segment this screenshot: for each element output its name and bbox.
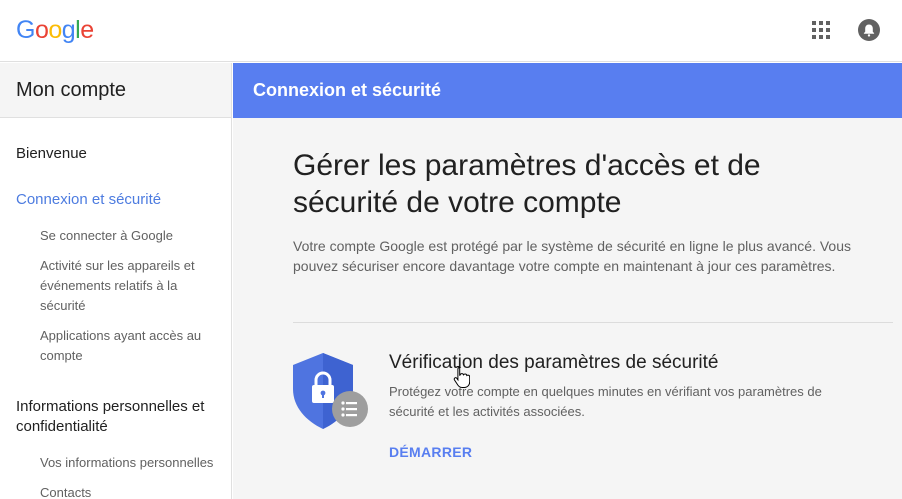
security-checkup-title[interactable]: Vérification des paramètres de sécurité — [389, 352, 719, 374]
top-bar: Google — [0, 0, 902, 62]
hand-cursor-icon — [452, 365, 471, 389]
section-header: Connexion et sécurité — [233, 63, 902, 118]
sidebar-title[interactable]: Mon compte — [0, 63, 231, 118]
start-button[interactable]: DÉMARRER — [389, 444, 472, 460]
page-title: Gérer les paramètres d'accès et de sécur… — [293, 149, 761, 219]
sidebar-subitem-applications[interactable]: Applications ayant accès au compte — [40, 326, 225, 366]
google-logo[interactable]: Google — [16, 16, 94, 45]
sidebar-item-bienvenue[interactable]: Bienvenue — [16, 144, 87, 164]
logo-letter: g — [61, 16, 76, 44]
logo-letter: o — [34, 16, 49, 44]
sidebar-subitem-activite-appareils[interactable]: Activité sur les appareils et événements… — [40, 256, 225, 316]
sidebar-subitem-contacts[interactable]: Contacts — [40, 483, 91, 499]
main-content: Gérer les paramètres d'accès et de sécur… — [233, 118, 902, 499]
notification-bell-icon[interactable] — [857, 18, 881, 42]
logo-letter: o — [48, 16, 62, 44]
logo-letter: G — [16, 16, 35, 44]
sidebar-subitem-informations-personnelles[interactable]: Vos informations personnelles — [40, 453, 232, 473]
security-shield-lock-icon — [291, 351, 371, 433]
sidebar-item-connexion-securite[interactable]: Connexion et sécurité — [16, 190, 161, 210]
logo-letter: e — [80, 16, 94, 44]
intro-text: Votre compte Google est protégé par le s… — [293, 238, 851, 274]
apps-grid-icon[interactable] — [810, 19, 832, 41]
divider — [293, 322, 893, 323]
sidebar-item-informations-confidentialite[interactable]: Informations personnelles et confidentia… — [16, 397, 226, 437]
sidebar-subitem-se-connecter[interactable]: Se connecter à Google — [40, 226, 225, 246]
